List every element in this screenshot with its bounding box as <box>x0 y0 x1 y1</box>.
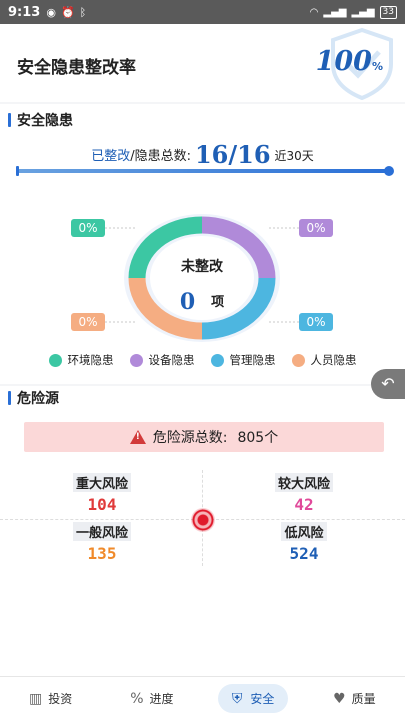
heart-icon: ♥ <box>333 690 346 707</box>
tab-label: 安全 <box>250 692 275 706</box>
legend-label: 环境隐患 <box>67 353 114 367</box>
legend-item-management: 管理隐患 <box>210 352 276 368</box>
risk-label: 一般风险 <box>72 522 131 541</box>
status-bar: 9:13 ◉ ⏰ ᛒ ◠ ▂▄▆ ▂▄▆ 33 <box>0 0 405 24</box>
risk-label: 重大风险 <box>72 473 131 492</box>
risk-value: 104 <box>87 495 117 514</box>
tab-progress[interactable]: % 进度 <box>101 677 202 720</box>
tab-safety[interactable]: ⛨ 安全 <box>203 677 304 720</box>
legend-item-environment: 环境隐患 <box>48 352 114 368</box>
danger-title-text: 危险源 <box>17 391 59 407</box>
signal-icon-2: ▂▄▆ <box>351 6 375 18</box>
donut-svg <box>124 214 280 342</box>
page-header: 安全隐患整改率 100% <box>0 24 405 102</box>
hazard-card: 安全隐患 已整改/隐患总数: 16/16 近30天 0% 0% 0% 0% 未整改 … <box>0 104 405 384</box>
back-arrow-icon: ↶ <box>381 374 395 393</box>
warning-icon <box>129 430 146 444</box>
risk-major[interactable]: 重大风险 104 <box>52 473 152 514</box>
bluetooth-icon: ᛒ <box>79 5 87 19</box>
danger-section-title: 危险源 <box>8 388 59 408</box>
risk-low[interactable]: 低风险 524 <box>254 522 354 563</box>
tab-label: 进度 <box>149 692 174 706</box>
legend-label: 人员隐患 <box>310 353 357 367</box>
danger-total-banner: 危险源总数: 805个 <box>24 422 384 452</box>
legend-label: 设备隐患 <box>148 353 195 367</box>
hazard-donut-chart: 未整改 0项 <box>120 211 284 345</box>
hazard-legend: 环境隐患 设备隐患 管理隐患 人员隐患 <box>0 352 405 368</box>
tab-investment[interactable]: ▥ 投资 <box>0 677 101 720</box>
rate-value: 100 <box>315 46 372 77</box>
risk-label: 较大风险 <box>274 473 333 492</box>
danger-total-value: 805个 <box>237 430 279 446</box>
risk-value: 524 <box>289 544 319 563</box>
rectification-rate: 100% <box>316 46 383 77</box>
risk-general[interactable]: 一般风险 135 <box>52 522 152 563</box>
risk-label: 低风险 <box>281 522 327 541</box>
battery-icon: 33 <box>379 5 397 19</box>
shield-icon: ⛨ <box>231 690 243 707</box>
back-floating-button[interactable]: ↶ <box>371 369 405 399</box>
risk-large[interactable]: 较大风险 42 <box>254 473 354 514</box>
unfixed-unit: 项 <box>211 295 225 310</box>
status-time: 9:13 <box>8 4 41 20</box>
risk-value: 42 <box>294 495 314 514</box>
tab-quality[interactable]: ♥ 质量 <box>304 677 405 720</box>
legend-item-equipment: 设备隐患 <box>129 352 195 368</box>
alarm-icon: ⏰ <box>60 5 75 19</box>
signal-icon: ▂▄▆ <box>323 6 347 18</box>
danger-source-card: 危险源 危险源总数: 805个 重大风险 104 较大风险 42 一般风险 13… <box>0 386 405 676</box>
unfixed-count: 0 <box>179 289 196 315</box>
target-icon <box>191 508 215 532</box>
unfixed-label: 未整改 <box>181 259 223 275</box>
risk-value: 135 <box>87 544 117 563</box>
legend-item-personnel: 人员隐患 <box>291 352 357 368</box>
danger-total-label: 危险源总数: <box>152 430 228 446</box>
page-title: 安全隐患整改率 <box>17 58 136 78</box>
bottom-tab-bar: ▥ 投资 % 进度 ⛨ 安全 ♥ 质量 <box>0 676 405 720</box>
legend-label: 管理隐患 <box>229 353 276 367</box>
rate-unit: % <box>371 60 383 73</box>
bar-chart-icon: ▥ <box>29 690 43 707</box>
percent-icon: % <box>130 690 144 707</box>
tab-label: 投资 <box>48 692 73 706</box>
tab-label: 质量 <box>351 692 376 706</box>
wifi-icon: ◠ <box>309 6 319 18</box>
eye-icon: ◉ <box>46 5 56 19</box>
